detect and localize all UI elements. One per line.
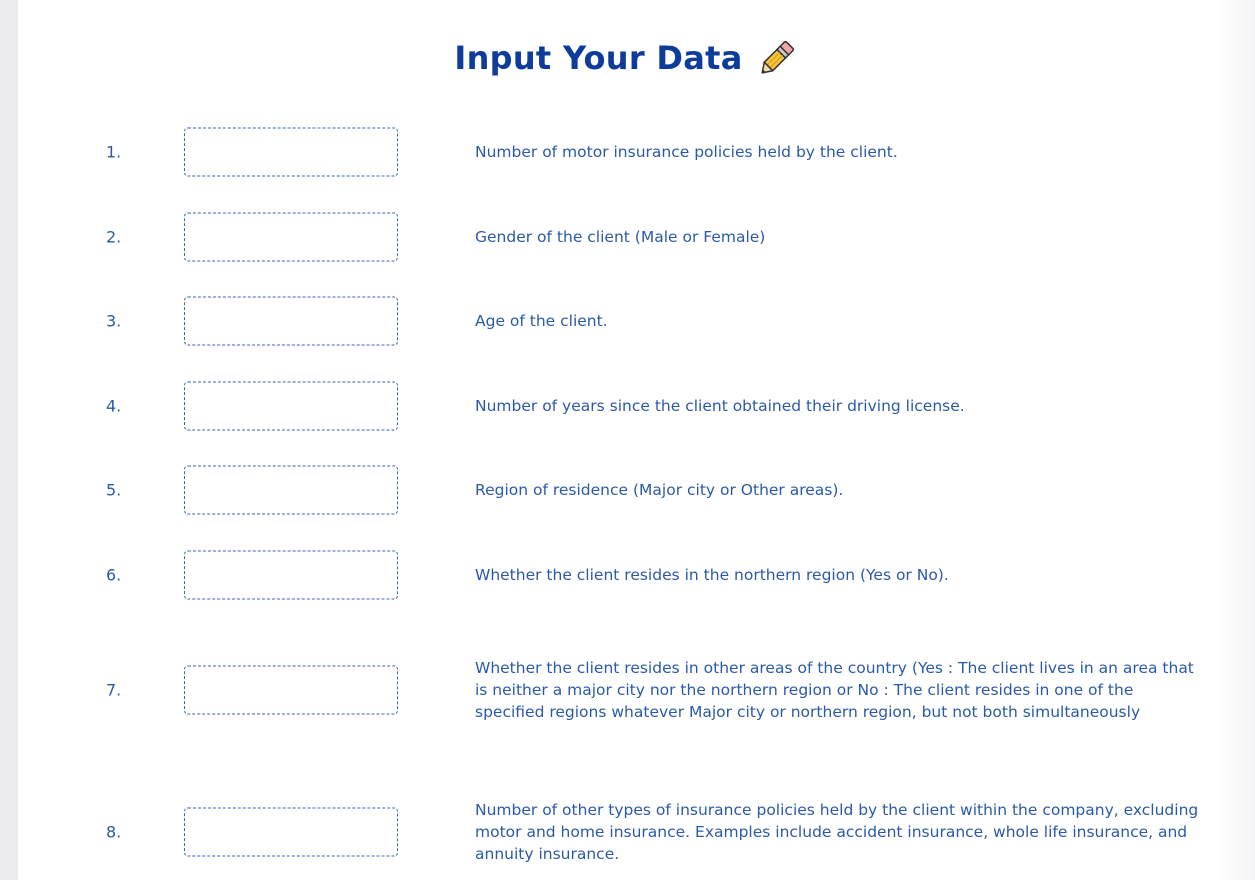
- field-number: 5.: [106, 480, 122, 500]
- field-input-3[interactable]: [184, 296, 398, 346]
- field-input-6[interactable]: [184, 550, 398, 600]
- field-input-8[interactable]: [184, 807, 398, 857]
- page-title: Input Your Data: [454, 39, 743, 77]
- field-number: 6.: [106, 565, 122, 585]
- field-input-7[interactable]: [184, 665, 398, 715]
- field-number: 8.: [106, 822, 122, 842]
- field-description: Number of other types of insurance polic…: [475, 801, 1199, 863]
- field-number: 1.: [106, 142, 122, 162]
- field-description: Number of years since the client obtaine…: [475, 397, 965, 415]
- field-number: 7.: [106, 680, 122, 700]
- title-row: Input Your Data: [0, 28, 1255, 88]
- field-number: 3.: [106, 311, 122, 331]
- right-scroll-shadow: [1217, 0, 1255, 880]
- field-description: Age of the client.: [475, 312, 608, 330]
- field-description: Region of residence (Major city or Other…: [475, 481, 844, 499]
- field-input-5[interactable]: [184, 465, 398, 515]
- pencil-icon: [761, 40, 794, 74]
- field-input-4[interactable]: [184, 381, 398, 431]
- left-sidebar-strip: [0, 0, 18, 880]
- field-input-2[interactable]: [184, 212, 398, 262]
- field-description: Whether the client resides in the northe…: [475, 566, 949, 584]
- field-description: Whether the client resides in other area…: [475, 659, 1194, 721]
- field-description: Gender of the client (Male or Female): [475, 228, 766, 246]
- field-number: 2.: [106, 227, 122, 247]
- field-input-1[interactable]: [184, 127, 398, 177]
- field-description: Number of motor insurance policies held …: [475, 143, 898, 161]
- field-number: 4.: [106, 396, 122, 416]
